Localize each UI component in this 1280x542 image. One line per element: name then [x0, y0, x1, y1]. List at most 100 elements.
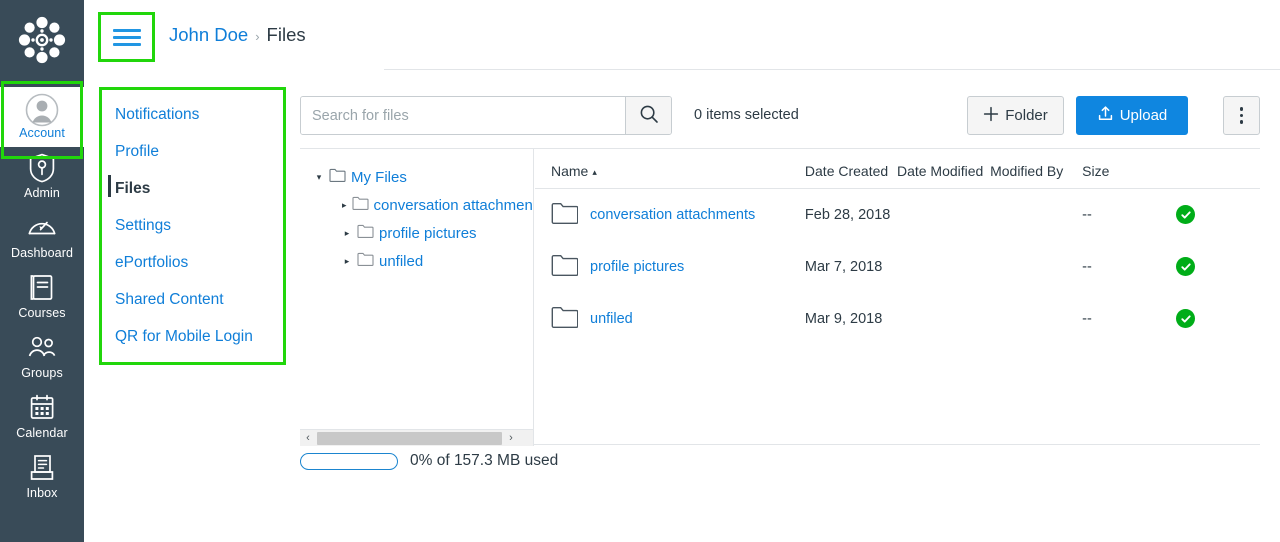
folder-icon: [551, 254, 579, 280]
files-panel: ▾ My Files ▸ conversation attachments ▸ …: [300, 148, 1260, 446]
folder-icon: [357, 252, 374, 271]
cell-date-modified: [897, 241, 990, 293]
section-navigation: Notifications Profile Files Settings ePo…: [108, 96, 278, 355]
plus-icon: [983, 106, 999, 126]
tree-item-label: My Files: [351, 168, 407, 186]
tree-item-label: conversation attachments: [373, 196, 534, 214]
section-nav-item-eportfolios[interactable]: ePortfolios: [108, 244, 278, 281]
section-nav-item-notifications[interactable]: Notifications: [108, 96, 278, 133]
section-nav-item-shared-content[interactable]: Shared Content: [108, 281, 278, 318]
selected-items-count: 0 items selected: [694, 107, 799, 123]
global-nav-item-courses[interactable]: Courses: [0, 267, 84, 327]
cell-name: profile pictures: [535, 241, 805, 293]
table-row[interactable]: conversation attachments Feb 28, 2018 --: [535, 189, 1260, 242]
add-folder-button[interactable]: Folder: [967, 96, 1064, 135]
tree-item-unfiled[interactable]: ▸ unfiled: [314, 247, 533, 275]
file-name-link[interactable]: conversation attachments: [590, 207, 755, 223]
global-nav-item-admin[interactable]: Admin: [0, 147, 84, 207]
hamburger-lines: [112, 25, 141, 50]
tree-item-conversation-attachments[interactable]: ▸ conversation attachments: [314, 191, 533, 219]
scroll-right-arrow-icon[interactable]: ›: [503, 429, 519, 446]
folder-icon: [551, 306, 579, 332]
column-header-date-modified[interactable]: Date Modified: [896, 149, 991, 189]
global-navigation-sidebar: Account Admin Dashboard Courses Groups C…: [0, 0, 84, 542]
cell-published: [1176, 293, 1260, 345]
file-list-pane: Name ▴ Date Created Date Modified Modifie…: [535, 149, 1260, 446]
published-check-icon[interactable]: [1176, 309, 1196, 329]
global-nav-item-account[interactable]: Account: [0, 87, 84, 147]
section-nav-item-profile[interactable]: Profile: [108, 133, 278, 170]
global-nav-item-dashboard[interactable]: Dashboard: [0, 207, 84, 267]
section-nav-item-settings[interactable]: Settings: [108, 207, 278, 244]
upload-arrow-icon: [1097, 105, 1114, 126]
column-header-date-created[interactable]: Date Created: [804, 149, 897, 189]
tree-item-profile-pictures[interactable]: ▸ profile pictures: [314, 219, 533, 247]
app-root: Account Admin Dashboard Courses Groups C…: [0, 0, 1280, 542]
global-nav-item-groups[interactable]: Groups: [0, 327, 84, 387]
folder-icon: [551, 202, 579, 228]
global-nav-label: Account: [19, 126, 65, 140]
page-header: John Doe › Files: [84, 0, 1280, 70]
scrollbar-thumb[interactable]: [317, 431, 502, 445]
column-header-name[interactable]: Name ▴: [535, 149, 805, 189]
table-row[interactable]: profile pictures Mar 7, 2018 --: [535, 241, 1260, 293]
cell-date-modified: [897, 293, 990, 345]
global-nav-item-calendar[interactable]: Calendar: [0, 387, 84, 447]
cell-name: unfiled: [535, 293, 805, 345]
tree-horizontal-scrollbar[interactable]: ‹ ›: [300, 429, 533, 446]
global-nav-label: Groups: [21, 366, 63, 380]
tree-item-my-files[interactable]: ▾ My Files: [314, 163, 533, 191]
table-header-row: Name ▴ Date Created Date Modified Modifie…: [535, 149, 1260, 189]
sort-ascending-icon: ▴: [592, 166, 597, 177]
folder-tree-pane: ▾ My Files ▸ conversation attachments ▸ …: [300, 149, 534, 446]
cell-name: conversation attachments: [535, 189, 805, 242]
folder-icon: [351, 196, 369, 215]
inbox-tray-icon: [28, 453, 56, 483]
upload-label: Upload: [1119, 107, 1168, 124]
table-row[interactable]: unfiled Mar 9, 2018 --: [535, 293, 1260, 345]
chevron-right-icon[interactable]: ▸: [342, 228, 352, 238]
column-header-size[interactable]: Size: [1082, 149, 1177, 189]
chevron-down-icon[interactable]: ▾: [314, 172, 324, 182]
published-check-icon[interactable]: [1176, 205, 1196, 225]
column-header-published: [1176, 149, 1260, 189]
cell-date-modified: [897, 189, 990, 242]
global-nav-label: Dashboard: [10, 246, 74, 260]
search-group: [300, 96, 672, 135]
scroll-left-arrow-icon[interactable]: ‹: [300, 429, 316, 446]
section-nav-item-files[interactable]: Files: [108, 170, 278, 207]
column-header-modified-by[interactable]: Modified By: [990, 149, 1083, 189]
file-name-link[interactable]: profile pictures: [590, 259, 684, 275]
quota-progress-bar: [300, 452, 398, 470]
cell-date-created: Mar 7, 2018: [804, 259, 883, 275]
global-nav-item-inbox[interactable]: Inbox: [0, 447, 84, 507]
global-nav-label: Calendar: [16, 426, 68, 440]
file-name-link[interactable]: unfiled: [590, 311, 633, 327]
search-button[interactable]: [625, 97, 671, 134]
published-check-icon[interactable]: [1176, 257, 1196, 277]
folder-tree: ▾ My Files ▸ conversation attachments ▸ …: [300, 149, 533, 275]
breadcrumb: John Doe › Files: [169, 22, 306, 50]
chevron-right-icon[interactable]: ▸: [342, 256, 352, 266]
file-table: Name ▴ Date Created Date Modified Modifie…: [535, 149, 1260, 345]
section-nav-item-qr-mobile-login[interactable]: QR for Mobile Login: [108, 318, 278, 355]
dashboard-speedometer-icon: [27, 213, 57, 243]
breadcrumb-item-current: Files: [266, 24, 306, 45]
files-toolbar: 0 items selected Folder Upload: [300, 96, 1260, 136]
upload-button[interactable]: Upload: [1076, 96, 1188, 135]
cell-published: [1176, 189, 1260, 242]
storage-quota: 0% of 157.3 MB used: [300, 452, 558, 470]
search-input[interactable]: [301, 97, 625, 134]
chevron-right-icon[interactable]: ▸: [342, 200, 347, 210]
canvas-logo-icon[interactable]: [14, 12, 70, 73]
cell-date-created: Mar 9, 2018: [804, 311, 883, 327]
hamburger-menu-icon[interactable]: [98, 12, 155, 62]
more-options-button[interactable]: [1223, 96, 1260, 135]
folder-icon: [357, 224, 374, 243]
cell-modified-by: [990, 293, 1082, 345]
cell-size: --: [1082, 311, 1092, 327]
file-table-head: Name ▴ Date Created Date Modified Modifie…: [535, 149, 1260, 189]
breadcrumb-item-user[interactable]: John Doe: [169, 24, 248, 45]
quota-label: 0% of 157.3 MB used: [410, 452, 559, 469]
tree-item-label: unfiled: [379, 252, 424, 270]
